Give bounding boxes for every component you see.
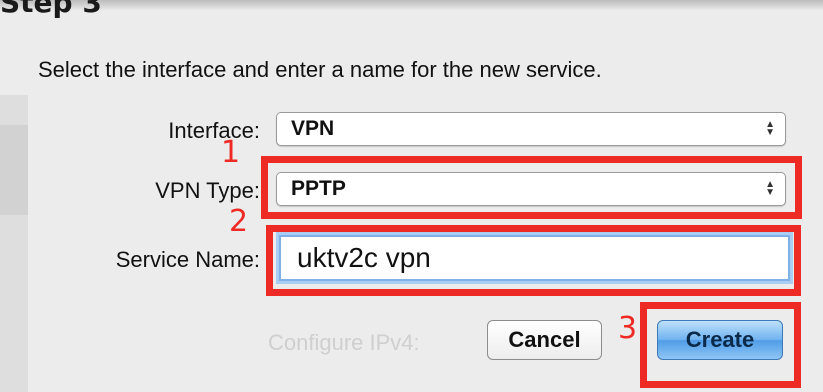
annotation-box-1	[261, 156, 802, 219]
cancel-button[interactable]: Cancel	[487, 320, 602, 360]
annotation-box-3	[640, 302, 801, 388]
background-configure-ipv4-label: Configure IPv4:	[268, 330, 420, 355]
up-down-chevron-icon: ▲ ▼	[765, 119, 775, 138]
background-sidebar-selection	[0, 125, 28, 215]
window-top-edge	[0, 0, 823, 10]
annotation-marker-3: 3	[618, 311, 638, 346]
annotation-marker-2: 2	[229, 204, 249, 239]
dialog-instruction: Select the interface and enter a name fo…	[38, 57, 602, 82]
annotation-box-2	[266, 225, 801, 296]
service-name-label: Service Name:	[115, 247, 260, 272]
vpn-type-label: VPN Type:	[155, 178, 260, 203]
background-sidebar	[0, 95, 28, 392]
interface-popup-value: VPN	[291, 117, 335, 140]
step-title: Step 3	[0, 0, 102, 19]
interface-popup[interactable]: VPN ▲ ▼	[276, 112, 786, 146]
annotation-marker-1: 1	[221, 135, 241, 170]
